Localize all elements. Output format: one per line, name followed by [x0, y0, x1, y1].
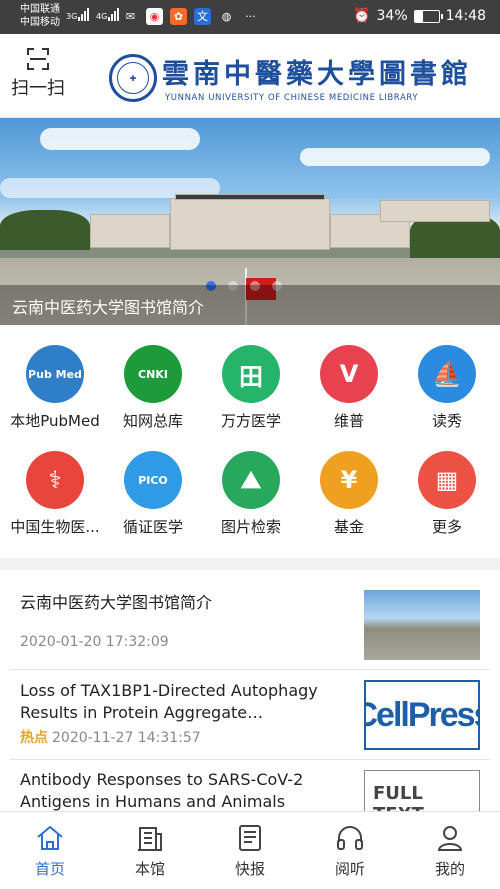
cellpress-logo: CellPress: [366, 695, 478, 734]
status-right: ⏰ 34% 14:48: [353, 8, 486, 24]
app-notification-icon: ◍: [221, 10, 232, 23]
pubmed-icon: Pub Med: [26, 345, 84, 403]
alarm-icon: ⏰: [353, 8, 371, 24]
scan-button[interactable]: 扫一扫: [8, 48, 68, 100]
more-apps-icon: ▦: [418, 451, 476, 509]
hot-badge: 热点: [20, 730, 48, 746]
news-title: Antibody Responses to SARS-CoV-2 Antigen…: [20, 770, 304, 811]
library-name: 雲南中醫藥大學圖書館: [162, 59, 472, 90]
shortcut-label: 循证医学: [122, 518, 183, 536]
home-icon: [34, 822, 66, 854]
sinomed-icon: ⚕: [26, 451, 84, 509]
news-item[interactable]: 云南中医药大学图书馆简介 2020-01-20 17:32:09: [10, 570, 490, 670]
image-search-icon: ⛰: [222, 451, 280, 509]
carrier-2: 中国移动: [20, 17, 60, 28]
building: [380, 200, 490, 222]
news-meta: 热点 2020-11-27 14:31:57: [20, 727, 201, 747]
news-thumbnail: [364, 590, 480, 660]
tab-label: 本馆: [134, 860, 165, 878]
news-title: 云南中医药大学图书馆简介: [20, 593, 213, 612]
profile-icon: [434, 822, 466, 854]
tab-label: 首页: [34, 860, 65, 878]
carrier-info: 中国联通 中国移动: [20, 3, 60, 29]
tab-me[interactable]: 我的: [400, 812, 500, 889]
tab-bulletin[interactable]: 快报: [200, 812, 300, 889]
signal-icon: 4G: [96, 8, 120, 21]
shortcut-item[interactable]: Pub Med 本地PubMed: [5, 325, 105, 430]
tab-listen[interactable]: 阅听: [300, 812, 400, 889]
shortcut-item[interactable]: ⛰ 图片检索: [201, 431, 301, 536]
library-name-en: YUNNAN UNIVERSITY OF CHINESE MEDICINE LI…: [165, 93, 419, 103]
cloud: [300, 148, 490, 166]
shortcut-label: 中国生物医...: [10, 518, 100, 536]
shortcut-label: 知网总库: [122, 412, 183, 430]
headphones-icon: [334, 822, 366, 854]
banner-carousel[interactable]: 云南中医药大学图书馆简介: [0, 118, 500, 325]
status-bar: 中国联通 中国移动 3G 4G ✉ ◉ ✿ 文 ◍ ··· ⏰ 34% 14:4…: [0, 0, 500, 34]
tab-library[interactable]: 本馆: [100, 812, 200, 889]
tab-label: 快报: [234, 860, 265, 878]
shortcut-item[interactable]: PICO 循证医学: [103, 431, 203, 536]
tab-label: 阅听: [334, 860, 365, 878]
shortcut-item[interactable]: ⛵ 读秀: [397, 325, 497, 430]
news-item[interactable]: Antibody Responses to SARS-CoV-2 Antigen…: [10, 760, 490, 811]
tab-home[interactable]: 首页: [0, 812, 100, 889]
section-divider: [0, 558, 500, 570]
shortcut-item[interactable]: V 维普: [299, 325, 399, 430]
shortcut-item[interactable]: ⚕ 中国生物医...: [5, 431, 105, 536]
shortcut-item[interactable]: ▦ 更多: [397, 431, 497, 536]
app-notification-icon: ◉: [146, 8, 163, 25]
news-item[interactable]: Loss of TAX1BP1-Directed Autophagy Resul…: [10, 670, 490, 760]
news-title: Loss of TAX1BP1-Directed Autophagy Resul…: [20, 681, 318, 722]
cnki-icon: CNKI: [124, 345, 182, 403]
shortcut-label: 万方医学: [220, 412, 281, 430]
trees: [0, 210, 90, 250]
shortcut-label: 图片检索: [220, 518, 281, 536]
building: [90, 214, 170, 248]
news-list: 云南中医药大学图书馆简介 2020-01-20 17:32:09 Loss of…: [0, 570, 500, 811]
mail-icon: ✉: [125, 10, 136, 23]
news-time: 2020-01-20 17:32:09: [20, 634, 169, 650]
library-building: [170, 198, 330, 250]
shortcut-label: 维普: [333, 412, 364, 430]
newsletter-icon: [234, 822, 266, 854]
shortcut-label: 基金: [333, 518, 364, 536]
app-header: 扫一扫 ✚ 雲南中醫藥大學圖書館 YUNNAN UNIVERSITY OF CH…: [0, 34, 500, 118]
cloud: [40, 128, 200, 150]
tab-label: 我的: [434, 860, 465, 878]
shortcut-item[interactable]: ¥ 基金: [299, 431, 399, 536]
carrier-1: 中国联通: [20, 4, 60, 15]
signal-icon: 3G: [66, 8, 90, 21]
shortcut-grid: Pub Med 本地PubMed CNKI 知网总库田万方医学 V 维普 ⛵ 读秀 ⚕ 中国生物医…: [0, 325, 500, 555]
mdpi-logo: FULL TEXT MDPI: [373, 783, 424, 811]
shortcut-item[interactable]: 田万方医学: [201, 325, 301, 430]
shortcut-label: 更多: [431, 518, 462, 536]
pico-icon: PICO: [124, 451, 182, 509]
app-notification-icon: ✿: [170, 8, 187, 25]
more-notifications-icon: ···: [245, 10, 256, 23]
wanfang-icon: 田: [222, 345, 280, 403]
duxiu-sail-icon: ⛵: [418, 345, 476, 403]
news-thumbnail: CellPress: [364, 680, 480, 750]
clock: 14:48: [445, 8, 486, 24]
shortcut-label: 本地PubMed: [10, 412, 100, 430]
news-time: 2020-11-27 14:31:57: [52, 730, 201, 746]
battery-icon: [413, 9, 443, 23]
battery-fill: [414, 10, 423, 22]
fund-yen-icon: ¥: [320, 451, 378, 509]
library-building-roof: [175, 194, 325, 200]
battery-percent: 34%: [376, 8, 408, 24]
library-building-icon: [134, 822, 166, 854]
news-thumbnail: FULL TEXT MDPI: [364, 770, 480, 811]
notification-icons: ✉ ◉ ✿ 文 ◍ ···: [122, 8, 259, 25]
shortcut-item[interactable]: CNKI 知网总库: [103, 325, 203, 430]
scan-icon: [27, 48, 49, 70]
shortcut-label: 读秀: [431, 412, 462, 430]
bottom-tab-bar: 首页 本馆 快报 阅听 我的: [0, 811, 500, 889]
scan-label: 扫一扫: [11, 78, 65, 99]
vip-icon: V: [320, 345, 378, 403]
university-seal-logo: ✚: [109, 54, 157, 102]
banner-caption[interactable]: 云南中医药大学图书馆简介: [12, 294, 204, 318]
app-notification-icon: 文: [194, 8, 211, 25]
